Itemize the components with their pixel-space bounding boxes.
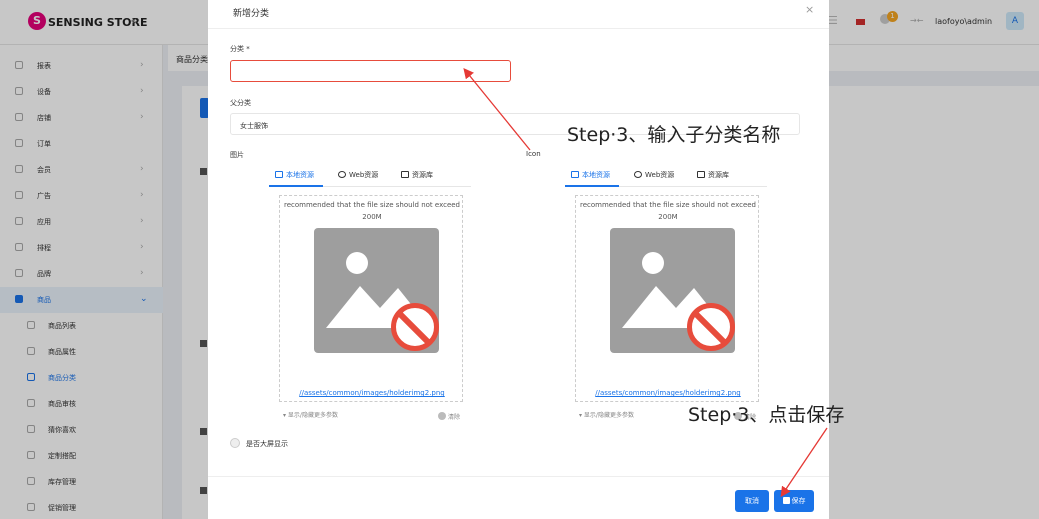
close-icon[interactable]: × xyxy=(805,3,814,16)
tab-label: 本地资源 xyxy=(286,171,314,179)
annotation-step-input: Step·3、输入子分类名称 xyxy=(567,124,781,146)
sun-icon xyxy=(346,252,368,274)
parent-category-value: 女士服饰 xyxy=(240,122,268,130)
image-path-link[interactable]: //assets/common/images/holderimg2.png xyxy=(282,389,462,397)
tab-resource-library[interactable]: 资源库 xyxy=(697,170,729,180)
image-uploader[interactable]: recommended that the file size should no… xyxy=(279,195,463,402)
tab-label: 资源库 xyxy=(708,171,729,179)
divider xyxy=(208,28,829,29)
image-label: 图片 xyxy=(230,151,244,159)
category-name-input[interactable] xyxy=(230,60,511,82)
divider xyxy=(208,476,829,477)
globe-icon xyxy=(338,171,346,178)
library-icon xyxy=(697,171,705,178)
tab-local-resource[interactable]: 本地资源 xyxy=(275,170,314,180)
toggle-more-params[interactable]: ▾ 显示/隐藏更多参数 xyxy=(579,410,634,419)
tab-web-resource[interactable]: Web资源 xyxy=(634,170,674,180)
folder-icon xyxy=(275,171,283,178)
big-screen-checkbox[interactable] xyxy=(230,438,240,448)
annotation-step-save: Step·3、点击保存 xyxy=(688,404,845,426)
add-category-dialog: 新增分类 × 分类 * 父分类 女士服饰 图片 Icon 本地资源 Web资源 … xyxy=(208,0,829,519)
placeholder-image-icon xyxy=(314,228,439,353)
save-label: 保存 xyxy=(791,497,806,505)
category-label: 分类 * xyxy=(230,45,250,53)
prohibited-icon xyxy=(391,303,439,351)
clear-label: 清除 xyxy=(448,414,461,421)
tab-web-resource[interactable]: Web资源 xyxy=(338,170,378,180)
library-icon xyxy=(401,171,409,178)
active-tab-underline xyxy=(565,185,619,187)
dialog-title: 新增分类 xyxy=(233,9,270,19)
globe-icon xyxy=(634,171,642,178)
save-icon xyxy=(782,497,790,504)
prohibited-icon xyxy=(687,303,735,351)
toggle-more-params[interactable]: ▾ 显示/隐藏更多参数 xyxy=(283,410,338,419)
clear-icon xyxy=(438,412,446,420)
tab-label: 资源库 xyxy=(412,171,433,179)
icon-uploader[interactable]: recommended that the file size should no… xyxy=(575,195,759,402)
folder-icon xyxy=(571,171,579,178)
placeholder-image-icon xyxy=(610,228,735,353)
icon-source-tabs: 本地资源 Web资源 资源库 xyxy=(565,165,767,187)
parent-category-label: 父分类 xyxy=(230,99,251,107)
save-button[interactable]: 保存 xyxy=(774,490,814,512)
sun-icon xyxy=(642,252,664,274)
icon-label: Icon xyxy=(526,150,541,158)
tab-local-resource[interactable]: 本地资源 xyxy=(571,170,610,180)
upload-size-note: recommended that the file size should no… xyxy=(283,201,460,221)
active-tab-underline xyxy=(269,185,323,187)
tab-label: 本地资源 xyxy=(582,171,610,179)
tab-resource-library[interactable]: 资源库 xyxy=(401,170,433,180)
upload-size-note: recommended that the file size should no… xyxy=(579,201,756,221)
clear-button[interactable]: 清除 xyxy=(438,412,460,421)
big-screen-label: 是否大屏显示 xyxy=(246,440,288,448)
image-source-tabs: 本地资源 Web资源 资源库 xyxy=(269,165,471,187)
cancel-button[interactable]: 取消 xyxy=(735,490,769,512)
tab-label: Web资源 xyxy=(349,171,379,179)
tab-label: Web资源 xyxy=(645,171,675,179)
image-path-link[interactable]: //assets/common/images/holderimg2.png xyxy=(578,389,758,397)
